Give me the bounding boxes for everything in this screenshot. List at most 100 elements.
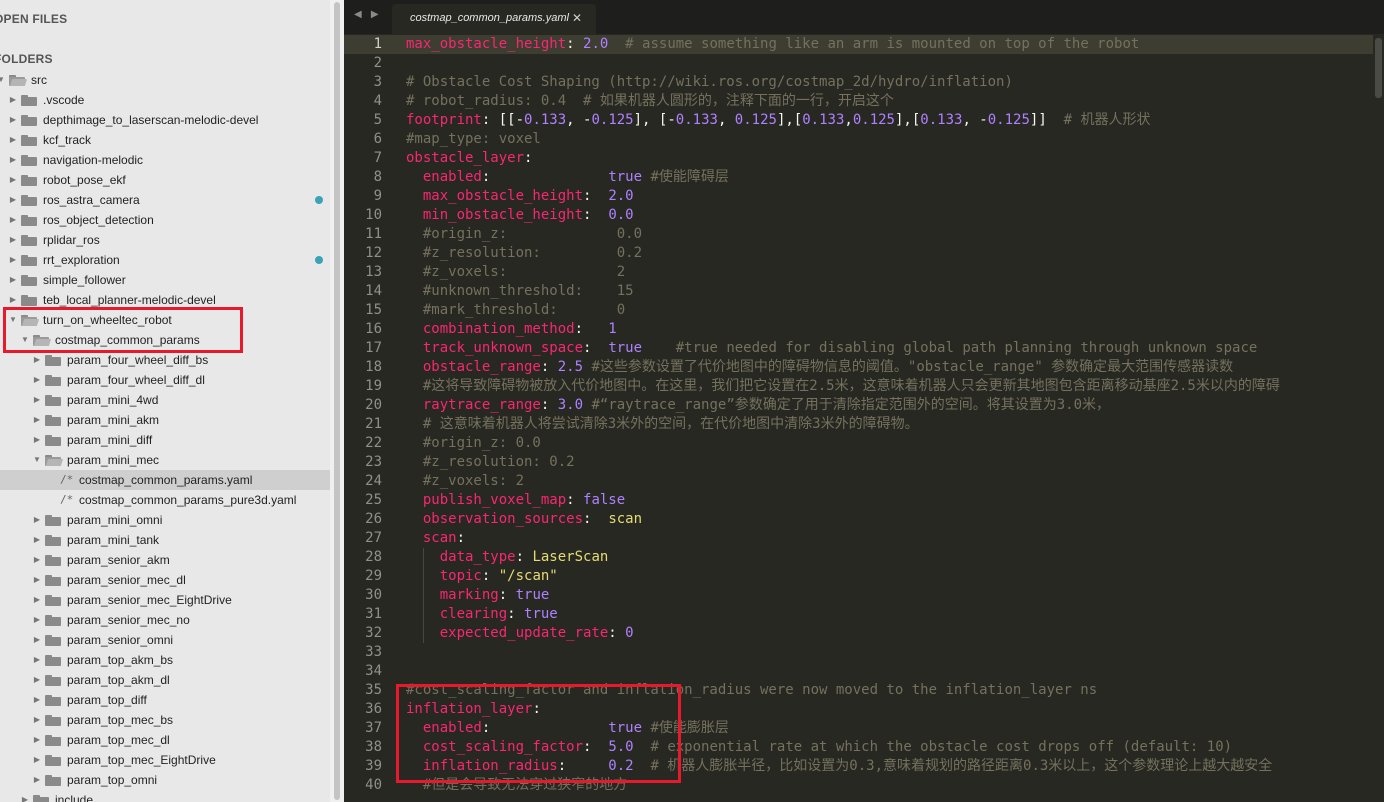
code-line[interactable]: 29 topic: "/scan": [344, 567, 1384, 586]
code-line[interactable]: 30 marking: true: [344, 586, 1384, 605]
file-item[interactable]: /* costmap_common_params.yaml: [0, 470, 330, 490]
code-line[interactable]: 20 raytrace_range: 3.0 #“raytrace_range”…: [344, 396, 1384, 415]
code-line[interactable]: 19 #这将导致障碍物被放入代价地图中。在这里，我们把它设置在2.5米，这意味着…: [344, 377, 1384, 396]
code-line[interactable]: 31 clearing: true: [344, 605, 1384, 624]
code-line[interactable]: 34: [344, 662, 1384, 681]
code-line[interactable]: 8 enabled: true #使能障碍层: [344, 168, 1384, 187]
code-line[interactable]: 17 track_unknown_space: true #true neede…: [344, 339, 1384, 358]
code-line[interactable]: 32 expected_update_rate: 0: [344, 624, 1384, 643]
code-line[interactable]: 6 #map_type: voxel: [344, 130, 1384, 149]
folder-item[interactable]: ▶ simple_follower: [0, 270, 330, 290]
disclosure-closed-icon[interactable]: ▶: [32, 650, 42, 670]
folder-item[interactable]: ▶ param_senior_mec_no: [0, 610, 330, 630]
sidebar-scrollbar-thumb[interactable]: [334, 2, 340, 800]
disclosure-closed-icon[interactable]: ▶: [32, 370, 42, 390]
disclosure-closed-icon[interactable]: ▶: [32, 570, 42, 590]
disclosure-closed-icon[interactable]: ▶: [8, 270, 18, 290]
folder-item[interactable]: ▶ navigation-melodic: [0, 150, 330, 170]
folder-item[interactable]: ▶ rrt_exploration: [0, 250, 330, 270]
folder-item[interactable]: ▶ rplidar_ros: [0, 230, 330, 250]
code-line[interactable]: 12 #z_resolution: 0.2: [344, 244, 1384, 263]
folder-item[interactable]: ▶ ros_object_detection: [0, 210, 330, 230]
folder-item[interactable]: ▶ param_top_omni: [0, 770, 330, 790]
code-line[interactable]: 26 observation_sources: scan: [344, 510, 1384, 529]
code-line[interactable]: 4 # robot_radius: 0.4 # 如果机器人圆形的，注释下面的一行，…: [344, 92, 1384, 111]
folder-item[interactable]: ▼ src: [0, 70, 330, 90]
disclosure-closed-icon[interactable]: ▶: [8, 110, 18, 130]
disclosure-closed-icon[interactable]: ▶: [32, 430, 42, 450]
disclosure-closed-icon[interactable]: ▶: [32, 770, 42, 790]
folder-item[interactable]: ▶ depthimage_to_laserscan-melodic-devel: [0, 110, 330, 130]
folder-item[interactable]: ▶ param_top_mec_dl: [0, 730, 330, 750]
code-line[interactable]: 25 publish_voxel_map: false: [344, 491, 1384, 510]
folder-item[interactable]: ▶ kcf_track: [0, 130, 330, 150]
folder-item[interactable]: ▶ param_four_wheel_diff_dl: [0, 370, 330, 390]
close-icon[interactable]: ✕: [572, 11, 582, 25]
folder-item[interactable]: ▶ param_mini_akm: [0, 410, 330, 430]
disclosure-closed-icon[interactable]: ▶: [20, 790, 30, 802]
code-line[interactable]: 1 max_obstacle_height: 2.0 # assume somet…: [344, 35, 1384, 54]
folder-item[interactable]: ▶ param_mini_tank: [0, 530, 330, 550]
code-line[interactable]: 2: [344, 54, 1384, 73]
code-line[interactable]: 28 data_type: LaserScan: [344, 548, 1384, 567]
code-line[interactable]: 24 #z_voxels: 2: [344, 472, 1384, 491]
folder-item[interactable]: ▶ param_mini_diff: [0, 430, 330, 450]
code-line[interactable]: 11 #origin_z: 0.0: [344, 225, 1384, 244]
disclosure-open-icon[interactable]: ▼: [32, 450, 42, 470]
folder-item[interactable]: ▶ param_senior_mec_EightDrive: [0, 590, 330, 610]
disclosure-closed-icon[interactable]: ▶: [32, 690, 42, 710]
folder-item[interactable]: ▶ param_top_mec_bs: [0, 710, 330, 730]
folder-item[interactable]: ▶ param_top_akm_bs: [0, 650, 330, 670]
folder-item[interactable]: ▶ param_top_akm_dl: [0, 670, 330, 690]
folder-item[interactable]: ▶ param_top_diff: [0, 690, 330, 710]
code-line[interactable]: 22 #origin_z: 0.0: [344, 434, 1384, 453]
disclosure-closed-icon[interactable]: ▶: [32, 630, 42, 650]
code-line[interactable]: 16 combination_method: 1: [344, 320, 1384, 339]
disclosure-closed-icon[interactable]: ▶: [8, 250, 18, 270]
code-line[interactable]: 3 # Obstacle Cost Shaping (http://wiki.ro…: [344, 73, 1384, 92]
disclosure-closed-icon[interactable]: ▶: [32, 610, 42, 630]
disclosure-closed-icon[interactable]: ▶: [32, 750, 42, 770]
folder-item[interactable]: ▶ ros_astra_camera: [0, 190, 330, 210]
tab-costmap-common-params[interactable]: costmap_common_params.yaml ✕: [392, 4, 596, 34]
disclosure-closed-icon[interactable]: ▶: [32, 410, 42, 430]
folder-item[interactable]: ▶ param_senior_mec_dl: [0, 570, 330, 590]
sidebar-scrollbar[interactable]: [330, 0, 344, 802]
disclosure-closed-icon[interactable]: ▶: [32, 390, 42, 410]
code-line[interactable]: 21 # 这意味着机器人将尝试清除3米外的空间，在代价地图中清除3米外的障碍物。: [344, 415, 1384, 434]
folder-item[interactable]: ▶ param_senior_omni: [0, 630, 330, 650]
folder-item[interactable]: ▶ robot_pose_ekf: [0, 170, 330, 190]
code-line[interactable]: 15 #mark_threshold: 0: [344, 301, 1384, 320]
code-line[interactable]: 14 #unknown_threshold: 15: [344, 282, 1384, 301]
disclosure-closed-icon[interactable]: ▶: [8, 230, 18, 250]
disclosure-closed-icon[interactable]: ▶: [32, 530, 42, 550]
folder-item[interactable]: ▶ include: [0, 790, 330, 802]
disclosure-closed-icon[interactable]: ▶: [8, 90, 18, 110]
folder-item[interactable]: ▶ param_four_wheel_diff_bs: [0, 350, 330, 370]
disclosure-closed-icon[interactable]: ▶: [8, 190, 18, 210]
disclosure-closed-icon[interactable]: ▶: [8, 210, 18, 230]
code-line[interactable]: 7 obstacle_layer:: [344, 149, 1384, 168]
folder-item[interactable]: ▶ .vscode: [0, 90, 330, 110]
code-line[interactable]: 18 obstacle_range: 2.5 #这些参数设置了代价地图中的障碍物…: [344, 358, 1384, 377]
disclosure-closed-icon[interactable]: ▶: [32, 350, 42, 370]
folder-item[interactable]: ▶ param_senior_akm: [0, 550, 330, 570]
disclosure-closed-icon[interactable]: ▶: [32, 670, 42, 690]
folder-item[interactable]: ▶ param_top_mec_EightDrive: [0, 750, 330, 770]
code-line[interactable]: 27 scan:: [344, 529, 1384, 548]
tab-nav-arrows-icon[interactable]: ◀ ▶: [354, 9, 382, 20]
disclosure-closed-icon[interactable]: ▶: [8, 130, 18, 150]
disclosure-closed-icon[interactable]: ▶: [32, 710, 42, 730]
code-line[interactable]: 33: [344, 643, 1384, 662]
disclosure-open-icon[interactable]: ▼: [0, 70, 6, 90]
editor-scrollbar-thumb[interactable]: [1375, 38, 1382, 98]
code-line[interactable]: 5 footprint: [[-0.133, -0.125], [-0.133, …: [344, 111, 1384, 130]
file-item[interactable]: /* costmap_common_params_pure3d.yaml: [0, 490, 330, 510]
disclosure-closed-icon[interactable]: ▶: [32, 510, 42, 530]
disclosure-closed-icon[interactable]: ▶: [32, 590, 42, 610]
folder-item[interactable]: ▼ param_mini_mec: [0, 450, 330, 470]
folder-item[interactable]: ▶ param_mini_omni: [0, 510, 330, 530]
disclosure-closed-icon[interactable]: ▶: [32, 550, 42, 570]
editor-scrollbar[interactable]: [1373, 34, 1384, 802]
code-line[interactable]: 23 #z_resolution: 0.2: [344, 453, 1384, 472]
